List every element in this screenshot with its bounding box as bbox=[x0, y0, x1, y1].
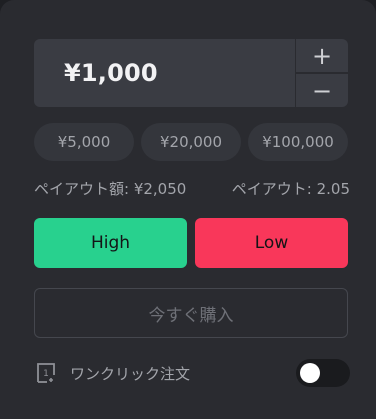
svg-text:1: 1 bbox=[43, 369, 49, 379]
preset-button-5000[interactable]: ¥5,000 bbox=[34, 123, 134, 161]
payout-amount: ペイアウト額: ¥2,050 bbox=[34, 180, 187, 198]
one-click-label: ワンクリック注文 bbox=[70, 364, 191, 383]
payout-info: ペイアウト額: ¥2,050 ペイアウト: 2.05 bbox=[34, 178, 350, 199]
buy-now-button[interactable]: 今すぐ購入 bbox=[34, 288, 348, 338]
decrement-button[interactable]: − bbox=[296, 74, 348, 107]
direction-buttons: High Low bbox=[34, 218, 348, 268]
trade-panel: ¥1,000 + − ¥5,000 ¥20,000 ¥100,000 ペイアウト… bbox=[0, 0, 376, 419]
increment-button[interactable]: + bbox=[296, 39, 348, 74]
amount-input[interactable]: ¥1,000 + − bbox=[34, 39, 348, 107]
amount-presets: ¥5,000 ¥20,000 ¥100,000 bbox=[34, 123, 348, 161]
one-click-icon: 1 bbox=[37, 363, 55, 383]
amount-stepper: + − bbox=[295, 39, 348, 107]
preset-button-100000[interactable]: ¥100,000 bbox=[248, 123, 348, 161]
payout-rate: ペイアウト: 2.05 bbox=[231, 180, 350, 198]
one-click-order-row: 1 ワンクリック注文 bbox=[34, 359, 350, 387]
amount-value[interactable]: ¥1,000 bbox=[64, 39, 158, 107]
preset-button-20000[interactable]: ¥20,000 bbox=[141, 123, 241, 161]
high-button[interactable]: High bbox=[34, 218, 187, 268]
one-click-toggle[interactable] bbox=[296, 359, 350, 387]
toggle-knob bbox=[300, 363, 320, 383]
low-button[interactable]: Low bbox=[195, 218, 348, 268]
